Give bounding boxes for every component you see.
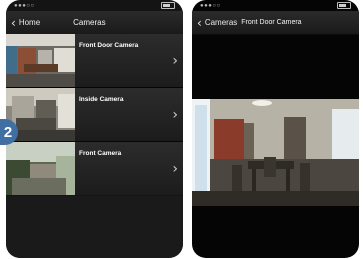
camera-thumbnail <box>6 142 75 195</box>
camera-row-inside[interactable]: Inside Camera › <box>6 87 183 141</box>
camera-name: Front Door Camera <box>79 42 139 49</box>
signal-icon: ●●●○○ <box>14 2 35 9</box>
status-bar: ●●●○○ <box>192 0 359 11</box>
chevron-left-icon: ‹ <box>11 15 16 30</box>
camera-row-front[interactable]: Front Camera › <box>6 141 183 195</box>
back-button[interactable]: ‹ Home <box>6 17 40 29</box>
nav-bar: ‹ Cameras Front Door Camera <box>192 11 359 35</box>
chevron-right-icon: › <box>172 52 178 69</box>
camera-row-front-door[interactable]: Front Door Camera › <box>6 34 183 87</box>
chevron-right-icon: › <box>172 106 178 123</box>
back-label: Cameras <box>204 18 238 27</box>
camera-name: Front Camera <box>79 150 122 157</box>
page-title: Cameras <box>73 18 106 27</box>
list-empty-area <box>6 196 183 258</box>
cameras-list-screen: ●●●○○ ‹ Home Cameras Front Door Camera ›… <box>6 0 183 258</box>
camera-list: Front Door Camera › Inside Camera › Fron… <box>6 34 183 195</box>
camera-name: Inside Camera <box>79 96 124 103</box>
back-label: Home <box>18 18 41 27</box>
page-title: Front Door Camera <box>241 19 302 26</box>
chevron-left-icon: ‹ <box>197 15 202 30</box>
chevron-right-icon: › <box>172 160 178 177</box>
back-button[interactable]: ‹ Cameras <box>192 17 237 29</box>
status-bar: ●●●○○ <box>6 0 183 11</box>
signal-icon: ●●●○○ <box>200 2 221 9</box>
nav-bar: ‹ Home Cameras <box>6 11 183 35</box>
camera-video-feed[interactable] <box>192 99 359 206</box>
camera-view-screen: ●●●○○ ‹ Cameras Front Door Camera <box>192 0 359 258</box>
battery-icon <box>161 2 175 9</box>
camera-thumbnail <box>6 34 75 87</box>
battery-icon <box>337 2 351 9</box>
